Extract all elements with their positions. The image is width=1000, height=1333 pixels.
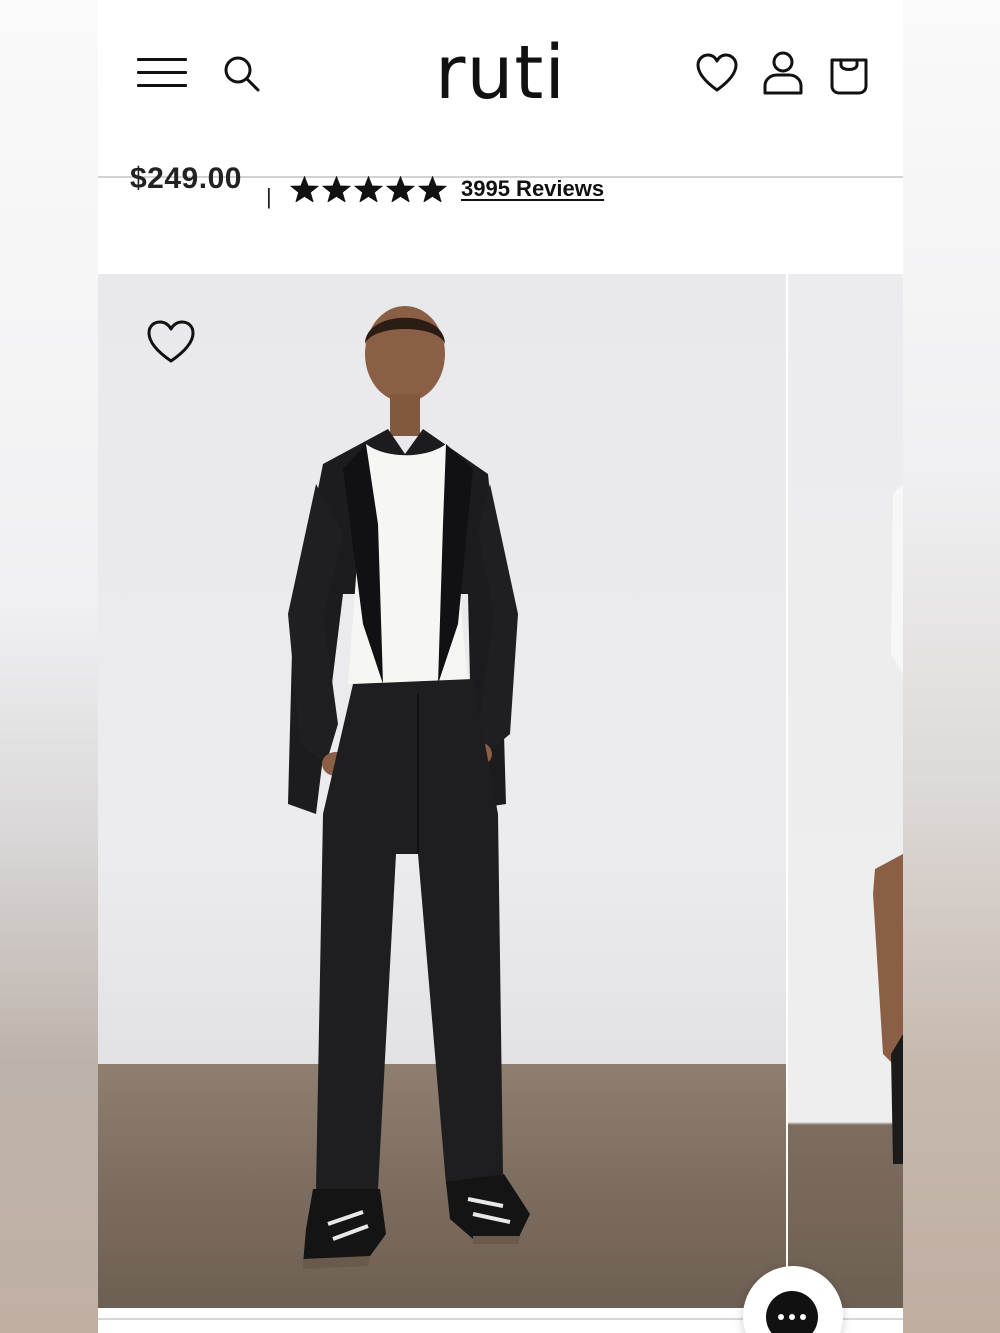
rating-stars: [290, 176, 447, 202]
model-figure: [288, 306, 530, 1269]
star-icon: [386, 176, 415, 202]
star-icon: [354, 176, 383, 202]
separator: |: [266, 184, 272, 209]
product-image-next[interactable]: [788, 274, 903, 1308]
backdrop-right: [903, 0, 1000, 1333]
price-rating-row: $249.00 | 3995 Reviews: [98, 162, 903, 274]
star-icon: [290, 176, 319, 202]
next-model-partial: [873, 484, 903, 1164]
reviews-link[interactable]: 3995 Reviews: [461, 176, 604, 202]
more-dots-icon: [766, 1291, 818, 1333]
star-icon: [418, 176, 447, 202]
site-header: ruti: [98, 0, 903, 178]
brand-logo[interactable]: ruti: [418, 28, 583, 118]
product-image-main[interactable]: [98, 274, 786, 1308]
menu-icon[interactable]: [137, 56, 187, 90]
heart-outline-icon[interactable]: [145, 319, 197, 365]
heart-icon[interactable]: [695, 52, 739, 94]
product-image-carousel[interactable]: [98, 274, 903, 1308]
user-icon[interactable]: [762, 50, 804, 96]
backdrop-left: [0, 0, 98, 1333]
product-price: $249.00: [130, 162, 242, 195]
search-icon[interactable]: [222, 54, 262, 94]
shopping-bag-icon[interactable]: [829, 54, 869, 96]
star-icon: [322, 176, 351, 202]
mobile-page: ruti $249.00 | 3995 Reviews: [98, 0, 903, 1333]
